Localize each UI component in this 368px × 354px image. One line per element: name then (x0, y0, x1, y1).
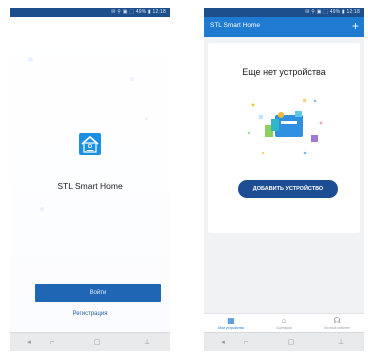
app-logo-icon (79, 133, 101, 155)
empty-state-card: Еще нет устройства ДОБАВИТЬ УСТРОЙСТВО (208, 43, 360, 233)
tab-label: Личный кабинет (323, 326, 351, 330)
phone-screen-devices: ✉ ⚲ ▣ ⬚ 49% ▮ 12:18 STL Smart Home + Еще… (204, 8, 364, 351)
nav-recent-icon[interactable]: ⌐ (45, 337, 59, 347)
bottom-tab-bar: ▦ Мои устройства ⌂ Сценарии ☊ Личный каб… (204, 313, 364, 334)
devices-grid-icon: ▦ (227, 316, 235, 325)
nav-back-icon[interactable]: ◂ (216, 337, 230, 347)
nav-home-icon[interactable]: ▢ (284, 337, 298, 347)
headset-icon: ☊ (333, 316, 341, 325)
nav-home-icon[interactable]: ▢ (90, 337, 104, 347)
home-icon: ⌂ (281, 316, 287, 325)
decor-dot (145, 117, 148, 120)
tab-label: Мои устройства (218, 326, 244, 330)
decor-dot (40, 207, 44, 211)
phone-screen-login: ✉ ⚲ ▣ ⬚ 49% ▮ 12:18 STL Smart Home Войти… (10, 8, 170, 351)
tab-my-devices[interactable]: ▦ Мои устройства (206, 316, 256, 331)
status-bar: ✉ ⚲ ▣ ⬚ 49% ▮ 12:18 (10, 8, 170, 17)
status-icons: ✉ ⚲ ▣ ⬚ 49% ▮ 12:18 (111, 9, 166, 15)
app-header: STL Smart Home + (204, 17, 364, 37)
nav-back-icon[interactable]: ◂ (22, 337, 36, 347)
nav-menu-icon[interactable]: ⊥ (140, 337, 154, 347)
empty-state-title: Еще нет устройства (242, 67, 326, 77)
add-device-button[interactable]: ДОБАВИТЬ УСТРОЙСТВО (238, 180, 338, 198)
tab-scenarios[interactable]: ⌂ Сценарии (259, 316, 309, 331)
nav-menu-icon[interactable]: ⊥ (334, 337, 348, 347)
tab-label: Сценарии (275, 326, 293, 330)
android-nav-bar: ◂ ⌐ ▢ ⊥ (10, 332, 170, 351)
decor-dot (130, 77, 134, 81)
add-icon[interactable]: + (352, 19, 359, 33)
app-name: STL Smart Home (57, 181, 123, 191)
nav-recent-icon[interactable]: ⌐ (239, 337, 253, 347)
register-link[interactable]: Регистрация (10, 311, 170, 317)
header-title: STL Smart Home (210, 22, 260, 29)
status-icons: ✉ ⚲ ▣ ⬚ 49% ▮ 12:18 (305, 9, 360, 15)
login-button[interactable]: Войти (35, 284, 161, 302)
decor-dot (28, 57, 33, 62)
tab-account[interactable]: ☊ Личный кабинет (312, 316, 362, 331)
status-bar: ✉ ⚲ ▣ ⬚ 49% ▮ 12:18 (204, 8, 364, 17)
devices-illustration-icon (243, 93, 327, 163)
android-nav-bar: ◂ ⌐ ▢ ⊥ (204, 332, 364, 351)
